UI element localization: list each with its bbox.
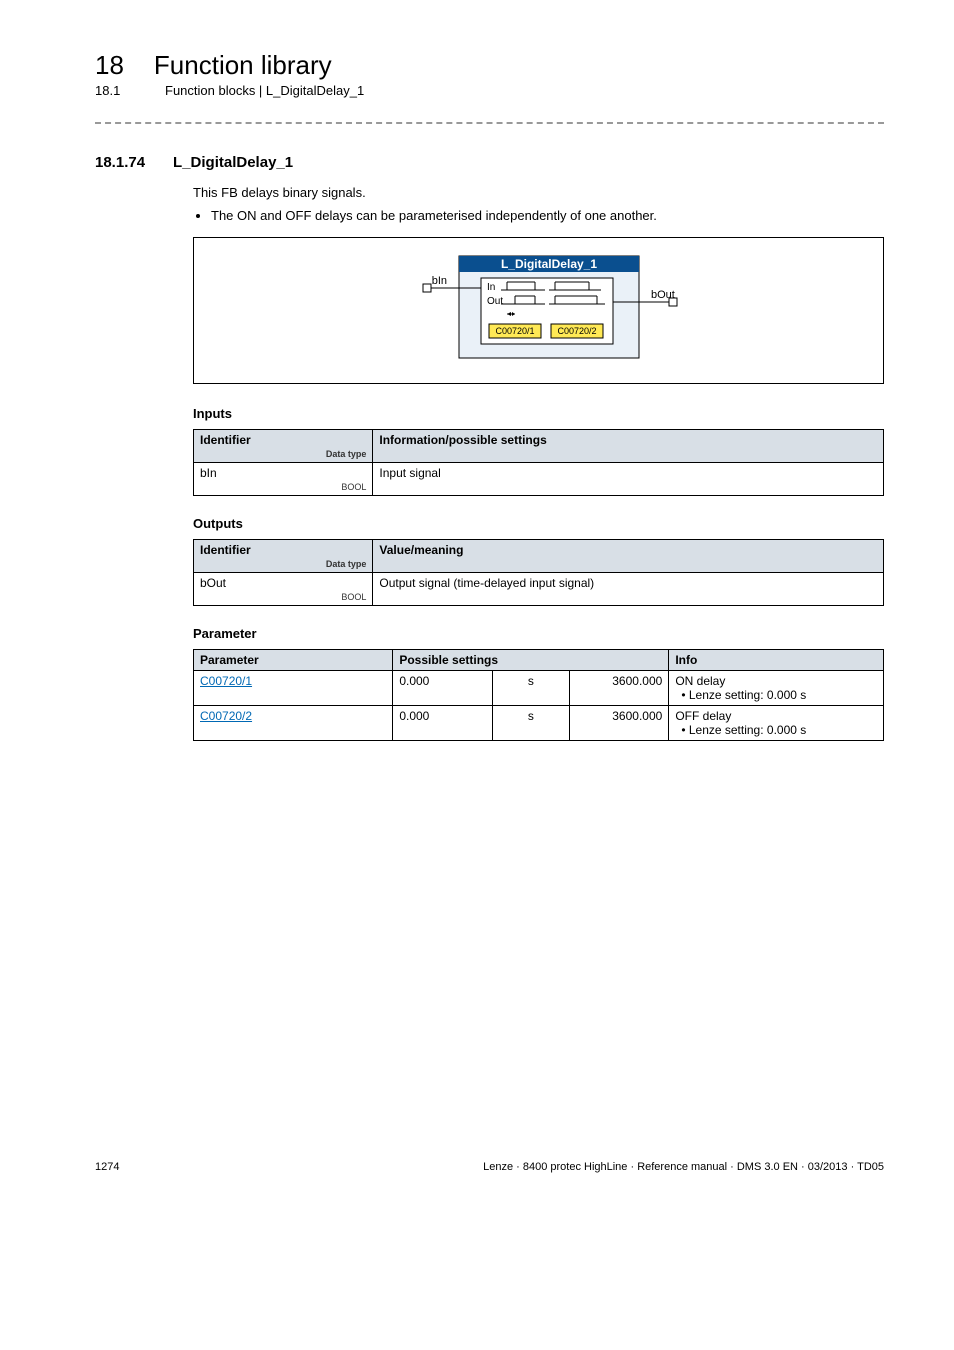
param-hi: 3600.000 <box>569 671 669 706</box>
param-sub: • Lenze setting: 0.000 s <box>675 688 806 702</box>
param-lo: 0.000 <box>393 671 493 706</box>
bullet-text: The ON and OFF delays can be parameteris… <box>211 208 884 223</box>
param-lo: 0.000 <box>393 706 493 741</box>
outputs-table: Identifier Data type Value/meaning bOut … <box>193 539 884 606</box>
page-number: 1274 <box>95 1161 119 1173</box>
svg-text:In: In <box>487 282 495 293</box>
param-link[interactable]: C00720/1 <box>200 674 252 688</box>
lead-text: This FB delays binary signals. <box>193 185 884 200</box>
param-link[interactable]: C00720/2 <box>200 709 252 723</box>
param-unit: s <box>492 671 569 706</box>
chapter-title: Function library <box>154 50 332 81</box>
outputs-heading: Outputs <box>193 516 884 531</box>
table-row: C00720/2 0.000 s 3600.000 OFF delay • Le… <box>194 706 884 741</box>
param-col2: Possible settings <box>393 650 669 671</box>
inputs-table: Identifier Data type Information/possibl… <box>193 429 884 496</box>
output-id: bOut <box>200 576 226 590</box>
outputs-col2: Value/meaning <box>373 540 884 573</box>
svg-text:C00720/1: C00720/1 <box>495 326 534 336</box>
section-subtitle: Function blocks | L_DigitalDelay_1 <box>165 83 364 98</box>
output-datatype: BOOL <box>200 592 366 602</box>
param-sub: • Lenze setting: 0.000 s <box>675 723 806 737</box>
outputs-col1: Identifier <box>200 543 251 557</box>
table-row: bIn BOOL Input signal <box>194 463 884 496</box>
table-row: bOut BOOL Output signal (time-delayed in… <box>194 573 884 606</box>
parameter-heading: Parameter <box>193 626 884 641</box>
param-unit: s <box>492 706 569 741</box>
input-info: Input signal <box>373 463 884 496</box>
table-row: C00720/1 0.000 s 3600.000 ON delay • Len… <box>194 671 884 706</box>
svg-text:bIn: bIn <box>431 275 446 287</box>
svg-text:L_DigitalDelay_1: L_DigitalDelay_1 <box>500 257 596 271</box>
subsection-title: L_DigitalDelay_1 <box>173 154 293 171</box>
param-info: ON delay <box>675 674 725 688</box>
block-diagram: L_DigitalDelay_1 bIn bOut In Out <box>193 237 884 384</box>
param-info: OFF delay <box>675 709 731 723</box>
output-info: Output signal (time-delayed input signal… <box>373 573 884 606</box>
parameter-table: Parameter Possible settings Info C00720/… <box>193 649 884 741</box>
param-hi: 3600.000 <box>569 706 669 741</box>
param-col1: Parameter <box>194 650 393 671</box>
param-col3: Info <box>669 650 884 671</box>
chapter-number: 18 <box>95 50 124 81</box>
divider <box>95 122 884 124</box>
input-datatype: BOOL <box>200 482 366 492</box>
outputs-col1-sub: Data type <box>200 559 366 569</box>
inputs-heading: Inputs <box>193 406 884 421</box>
inputs-col2: Information/possible settings <box>373 430 884 463</box>
svg-text:bOut: bOut <box>651 289 675 301</box>
svg-text:C00720/2: C00720/2 <box>557 326 596 336</box>
subsection-number: 18.1.74 <box>95 154 145 171</box>
inputs-col1: Identifier <box>200 433 251 447</box>
section-number: 18.1 <box>95 83 135 98</box>
footer-right: Lenze · 8400 protec HighLine · Reference… <box>483 1161 884 1173</box>
input-id: bIn <box>200 466 217 480</box>
inputs-col1-sub: Data type <box>200 449 366 459</box>
svg-text:Out: Out <box>487 296 503 307</box>
